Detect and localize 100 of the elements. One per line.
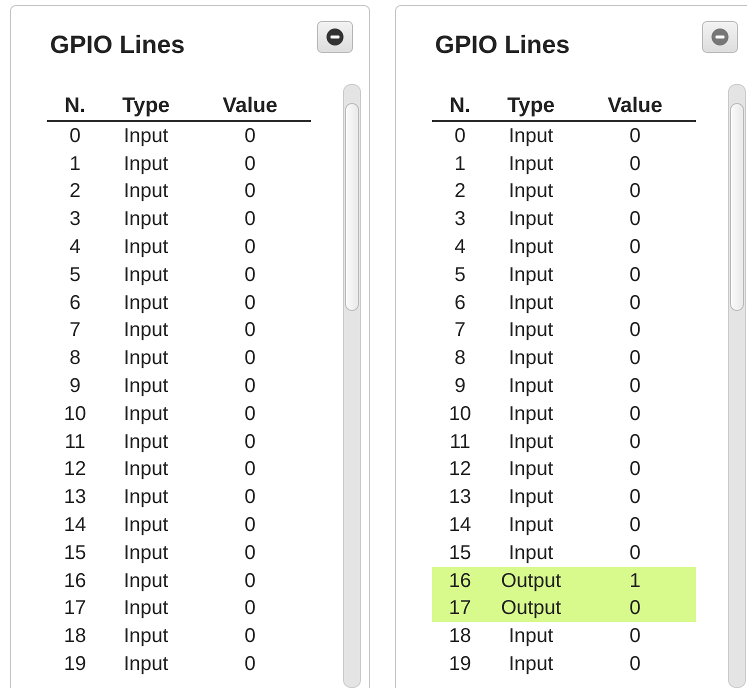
- column-header: Value: [574, 92, 696, 121]
- table-cell: 0: [69, 124, 81, 147]
- table-cell: Input: [508, 375, 554, 398]
- table-cell: 0: [629, 458, 641, 480]
- table-cell: 0: [454, 124, 466, 147]
- table-cell: 7: [454, 319, 466, 342]
- table-cell: 0: [244, 570, 256, 592]
- table-cell: 4: [454, 236, 466, 258]
- table-cell: 15: [64, 542, 86, 564]
- table-cell: 0: [244, 430, 256, 453]
- minimize-button[interactable]: [317, 21, 353, 53]
- table-cell: Input: [124, 514, 168, 536]
- table-cell: 0: [244, 486, 256, 508]
- table-cell: Input: [124, 292, 168, 314]
- table-cell: Input: [124, 597, 168, 620]
- table-cell: Input: [508, 542, 554, 564]
- table-cell: Input: [124, 486, 168, 508]
- table-cell: Input: [124, 347, 168, 370]
- table-cell: 19: [448, 653, 472, 676]
- table-cell: 0: [629, 542, 641, 564]
- table-cell: 5: [69, 264, 81, 286]
- table-cell: 6: [69, 292, 81, 314]
- table-cell: 0: [629, 402, 641, 425]
- table-cell: 0: [244, 319, 256, 342]
- scrollbar-thumb[interactable]: [345, 103, 359, 311]
- scrollbar[interactable]: [728, 84, 746, 688]
- table-cell: 3: [454, 208, 466, 230]
- table-cell: 0: [244, 264, 256, 286]
- table-cell: 17: [64, 597, 86, 620]
- table-cell: 0: [629, 208, 641, 230]
- table-cell: 9: [454, 375, 466, 398]
- table-cell: 4: [69, 236, 81, 258]
- table-cell: Input: [508, 430, 554, 453]
- table-cell: 0: [244, 292, 256, 314]
- table-cell: 16: [448, 570, 472, 592]
- table-cell: 8: [454, 347, 466, 370]
- table-cell: 2: [454, 180, 466, 202]
- table-cell: 0: [629, 375, 641, 398]
- table-cell: Input: [508, 236, 554, 258]
- table-cell: Input: [124, 264, 168, 286]
- table-cell: 0: [629, 597, 641, 620]
- minus-circle-icon: [711, 28, 729, 46]
- table-cell: 17: [448, 597, 472, 620]
- table-cell: 0: [244, 458, 256, 480]
- table-cell: 0: [244, 375, 256, 398]
- table-cell: Input: [508, 625, 554, 648]
- table-cell: 2: [69, 180, 81, 202]
- table-cell: Input: [124, 319, 168, 342]
- table-cell: 1: [69, 152, 81, 175]
- table-cell: Input: [124, 570, 168, 592]
- table-cell: Input: [508, 208, 554, 230]
- table-cell: 0: [244, 124, 256, 147]
- table-cell: 0: [629, 152, 641, 175]
- table-cell: 0: [629, 514, 641, 536]
- table-cell: 10: [448, 402, 472, 425]
- table-cell: Input: [124, 402, 168, 425]
- table-cell: Input: [508, 180, 554, 202]
- table-cell: 7: [69, 319, 81, 342]
- table-cell: 0: [244, 653, 256, 676]
- table-cell: Input: [124, 236, 168, 258]
- table-cell: 13: [64, 486, 86, 508]
- table-cell: Input: [124, 152, 168, 175]
- scrollbar-thumb[interactable]: [730, 103, 744, 311]
- table-cell: 0: [629, 653, 641, 676]
- table-cell: 15: [448, 542, 472, 564]
- table-cell: 19: [64, 653, 86, 676]
- table-cell: Input: [124, 625, 168, 648]
- table-cell: 12: [448, 458, 472, 480]
- table-cell: Input: [124, 430, 168, 453]
- table-cell: 6: [454, 292, 466, 314]
- table-cell: Input: [508, 264, 554, 286]
- table-cell: 0: [244, 180, 256, 202]
- table-cell: 13: [448, 486, 472, 508]
- column-header: Type: [103, 92, 189, 121]
- panel-title: GPIO Lines: [50, 30, 185, 60]
- table-cell: 0: [244, 152, 256, 175]
- table-cell: 0: [629, 430, 641, 453]
- table-cell: Input: [508, 486, 554, 508]
- column-header: N.: [47, 92, 103, 121]
- table-cell: 1: [454, 152, 466, 175]
- scrollbar[interactable]: [343, 84, 361, 688]
- table-cell: Input: [508, 319, 554, 342]
- table-cell: 0: [629, 625, 641, 648]
- table-cell: 14: [448, 514, 472, 536]
- table-cell: Input: [508, 152, 554, 175]
- column-header: N.: [432, 92, 488, 121]
- table-cell: 0: [244, 236, 256, 258]
- table-cell: 14: [64, 514, 86, 536]
- table-cell: 8: [69, 347, 81, 370]
- minus-circle-icon: [326, 28, 344, 46]
- panel-title: GPIO Lines: [435, 30, 570, 60]
- table-cell: Input: [124, 458, 168, 480]
- table-cell: Input: [508, 402, 554, 425]
- table-cell: 0: [629, 264, 641, 286]
- table-cell: Input: [508, 514, 554, 536]
- table-cell: 0: [244, 208, 256, 230]
- table-cell: Input: [124, 208, 168, 230]
- table-cell: Input: [124, 124, 168, 147]
- table-cell: 18: [448, 625, 472, 648]
- table-cell: 0: [629, 124, 641, 147]
